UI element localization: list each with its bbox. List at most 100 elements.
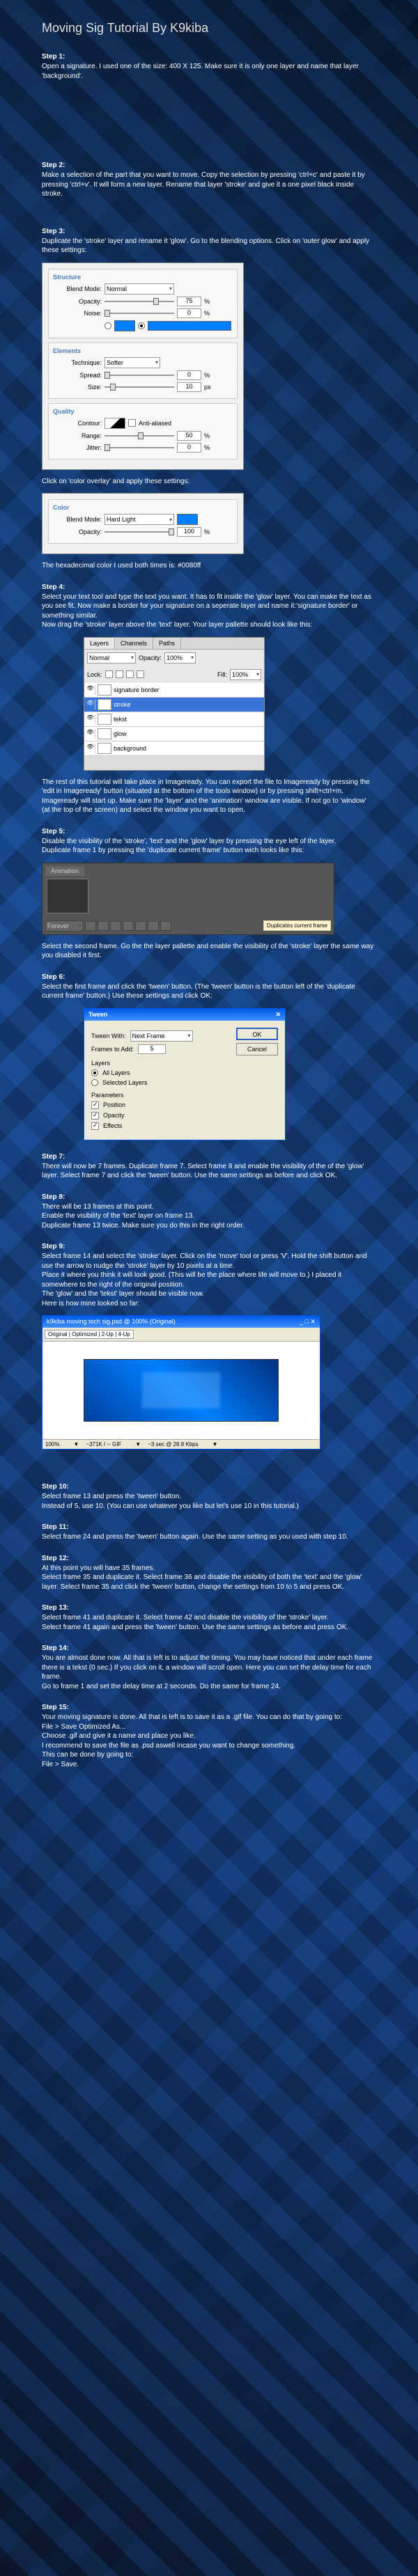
animation-tab[interactable]: Animation	[45, 866, 84, 876]
lock-icon[interactable]	[116, 670, 123, 678]
size-slider[interactable]	[104, 386, 174, 388]
first-frame-icon[interactable]	[85, 921, 96, 931]
layer-row[interactable]: 👁stroke	[84, 698, 264, 712]
technique-select[interactable]: Softer	[104, 357, 160, 368]
ir-tabs[interactable]: Original | Optimized | 2-Up | 4-Up	[45, 1330, 134, 1339]
step9-text: Select frame 14 and select the 'stroke' …	[42, 1252, 376, 1308]
layers-panel: Layers Channels Paths Normal Opacity: 10…	[84, 637, 265, 771]
technique-label: Technique:	[53, 359, 102, 366]
jitter-slider[interactable]	[104, 447, 174, 448]
glow-color-swatch[interactable]	[114, 320, 135, 331]
color-overlay-panel: Color Blend Mode: Hard Light Opacity: 10…	[42, 493, 244, 554]
blend-mode-select[interactable]: Normal	[104, 283, 174, 294]
step10-header: Step 10:	[42, 1483, 376, 1491]
eye-icon[interactable]: 👁	[86, 685, 95, 695]
eye-icon[interactable]: 👁	[86, 744, 95, 753]
layers-tab[interactable]: Layers	[84, 638, 115, 649]
layer-opacity-select[interactable]: 100%	[164, 652, 196, 663]
lock-icon[interactable]	[137, 670, 144, 678]
opacity-checkbox[interactable]	[91, 1112, 99, 1120]
close-icon[interactable]: ✕	[275, 1011, 281, 1019]
delete-frame-icon[interactable]	[160, 921, 171, 931]
ok-button[interactable]: OK	[236, 1028, 278, 1040]
pct-label: %	[204, 298, 210, 305]
ir-title: k9kiba moving tech sig.psd @ 100% (Origi…	[47, 1318, 176, 1326]
tween-dialog: Tween ✕ Tween With: Next Frame Frames to…	[84, 1008, 286, 1140]
color-radio[interactable]	[104, 322, 111, 329]
eye-icon[interactable]: 👁	[86, 729, 95, 739]
loop-select[interactable]: Forever	[45, 920, 84, 932]
tween-with-select[interactable]: Next Frame	[130, 1030, 193, 1042]
range-label: Range:	[53, 432, 102, 439]
opacity-input[interactable]: 75	[177, 297, 201, 306]
opacity-slider[interactable]	[104, 301, 174, 302]
step2-header: Step 2:	[42, 162, 376, 169]
paths-tab[interactable]: Paths	[153, 638, 181, 649]
filesize-label: ~371K / -- GIF	[86, 1441, 121, 1447]
layer-mode-select[interactable]: Normal	[87, 652, 136, 663]
tween-icon[interactable]	[135, 921, 146, 931]
channels-tab[interactable]: Channels	[115, 638, 153, 649]
layer-row[interactable]: 👁tekst	[84, 712, 264, 727]
jitter-input[interactable]: 0	[177, 443, 201, 453]
spread-slider[interactable]	[104, 375, 174, 376]
step6-header: Step 6:	[42, 973, 376, 981]
spread-input[interactable]: 0	[177, 370, 201, 380]
next-frame-icon[interactable]	[123, 921, 134, 931]
eye-icon[interactable]: 👁	[86, 714, 95, 724]
size-input[interactable]: 10	[177, 382, 201, 392]
selected-layers-radio[interactable]	[91, 1079, 98, 1086]
co-color-swatch[interactable]	[177, 514, 198, 525]
antialiased-checkbox[interactable]	[128, 419, 136, 427]
close-icon[interactable]: ✕	[310, 1318, 316, 1325]
effects-checkbox[interactable]	[91, 1122, 99, 1130]
position-checkbox[interactable]	[91, 1101, 99, 1109]
range-slider[interactable]	[104, 435, 174, 437]
eye-icon[interactable]: 👁	[86, 700, 95, 709]
step13-header: Step 13:	[42, 1604, 376, 1612]
range-input[interactable]: 50	[177, 431, 201, 441]
duplicate-frame-icon[interactable]	[148, 921, 159, 931]
lock-icon[interactable]	[126, 670, 134, 678]
co-opacity-input[interactable]: 100	[177, 527, 201, 537]
layer-row[interactable]: 👁signature border	[84, 683, 264, 698]
gradient-radio[interactable]	[138, 322, 145, 329]
step12-text: At this point you will have 35 frames. S…	[42, 1564, 376, 1592]
step14-header: Step 14:	[42, 1644, 376, 1652]
co-opacity-slider[interactable]	[104, 531, 174, 533]
noise-input[interactable]: 0	[177, 308, 201, 318]
step1-text: Open a signature. I used one of the size…	[42, 62, 376, 81]
minimize-icon[interactable]: _	[300, 1318, 303, 1325]
step8-text: There will be 13 frames at this point. E…	[42, 1202, 376, 1231]
layer-row[interactable]: 👁background	[84, 741, 264, 756]
blend-mode-label: Blend Mode:	[53, 285, 102, 292]
prev-frame-icon[interactable]	[98, 921, 109, 931]
fill-select[interactable]: 100%	[230, 669, 261, 680]
contour-picker[interactable]	[104, 418, 125, 429]
co-opacity-label: Opacity:	[53, 528, 102, 535]
animation-panel: Animation Forever Duplicates current fra…	[42, 863, 334, 935]
play-icon[interactable]	[110, 921, 121, 931]
lock-icon[interactable]	[105, 670, 113, 678]
noise-slider[interactable]	[104, 313, 174, 314]
tooltip: Duplicates current frame	[263, 920, 331, 931]
all-layers-radio[interactable]	[91, 1069, 98, 1076]
lock-label: Lock:	[87, 671, 102, 678]
layers-group-label: Layers	[91, 1060, 229, 1067]
quality-title: Quality	[53, 408, 233, 415]
zoom-label: 100%	[45, 1441, 59, 1447]
frames-input[interactable]: 5	[138, 1044, 166, 1054]
jitter-label: Jitter:	[53, 444, 102, 451]
step4-text: Select your text tool and type the text …	[42, 592, 376, 630]
color-title: Color	[53, 504, 233, 511]
layer-opacity-label: Opacity:	[139, 654, 162, 661]
cancel-button[interactable]: Cancel	[236, 1043, 278, 1055]
gradient-picker[interactable]	[148, 321, 231, 331]
animation-frame[interactable]	[47, 879, 88, 913]
step5-text: Disable the visibility of the 'stroke', …	[42, 837, 376, 856]
step11-header: Step 11:	[42, 1523, 376, 1531]
maximize-icon[interactable]: □	[305, 1318, 309, 1325]
layer-row[interactable]: 👁glow	[84, 727, 264, 741]
co-blend-select[interactable]: Hard Light	[104, 514, 174, 525]
step3-text: Duplicate the 'stroke' layer and rename …	[42, 237, 376, 256]
